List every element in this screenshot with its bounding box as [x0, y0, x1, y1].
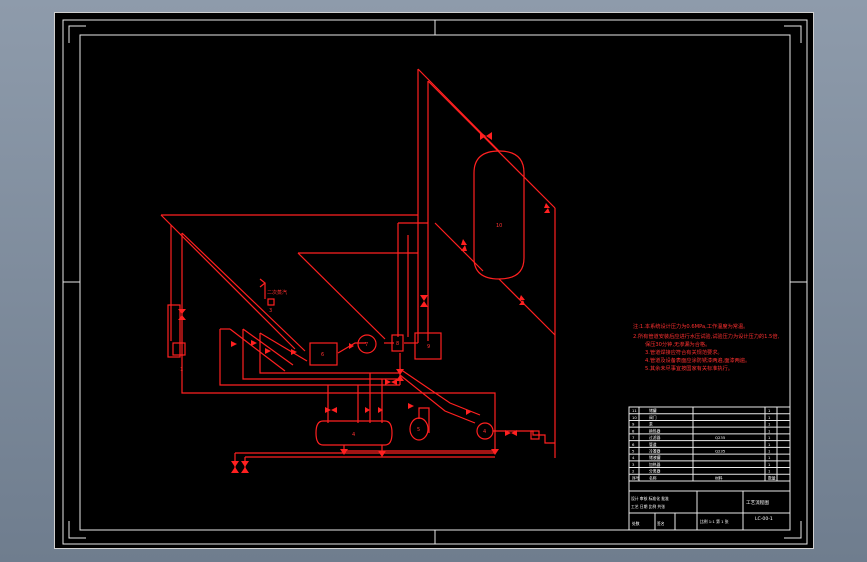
- storage-tank-tag: 10: [496, 223, 502, 229]
- box-8-tag: 8: [396, 341, 399, 347]
- parts-table-cell: 1: [768, 415, 771, 420]
- valve-icon: [325, 407, 337, 413]
- valve-icon: [231, 461, 239, 473]
- valve-icon: [408, 403, 414, 409]
- valve-icon: [544, 203, 550, 213]
- valve-icon: [378, 451, 386, 457]
- drawing-number: LC-00-1: [755, 516, 773, 522]
- parts-table-cell: 1: [768, 435, 771, 440]
- parts-table-cell: 8: [632, 428, 635, 433]
- valve-icon: [251, 340, 257, 346]
- drawing-sheet: 10 4 5 7 4 6 8 9 1 3 二次蒸汽 注:1.本系统设计压力为0.…: [54, 12, 814, 549]
- box-6-tag: 6: [321, 352, 324, 358]
- bottom-cell-2: 签名: [657, 521, 665, 526]
- parts-table-cell: 泵: [649, 422, 653, 427]
- valve-icon: [340, 449, 348, 455]
- parts-table-cell: 材料: [715, 475, 723, 480]
- parts-table-cell: 储液罐: [649, 455, 661, 460]
- pump-4-tag: 4: [483, 429, 486, 435]
- parts-table-cell: 储罐: [649, 408, 657, 413]
- valve-icon: [385, 379, 397, 385]
- note-line-4: 3.管道焊接应符合有关规范要求。: [645, 348, 723, 356]
- parts-table-cell: 1: [768, 422, 771, 427]
- parts-table-cell: 6: [632, 442, 635, 447]
- parts-table-cell: 9: [632, 422, 635, 427]
- filter-tag: 1: [180, 367, 183, 373]
- parts-table-cell: 过滤器: [649, 435, 661, 440]
- parts-table-cell: 11: [632, 408, 637, 413]
- small-box[interactable]: 3: [267, 298, 275, 314]
- process-flow-diagram: 10 4 5 7 4 6 8 9 1 3 二次蒸汽 注:1.本系统设计压力为0.…: [62, 19, 808, 545]
- parts-table-cell: 1: [768, 462, 771, 467]
- notes: 注:1.本系统设计压力为0.6MPa,工作温度为常温。 2.所有管道安装后应进行…: [633, 322, 780, 372]
- sign-row-2: 工艺 日期 比例 共张: [631, 504, 665, 509]
- valve-icon: [241, 461, 249, 473]
- bottom-cell-1: 处数: [632, 521, 640, 526]
- valve-icon: [420, 295, 428, 307]
- valve-icon: [231, 341, 237, 347]
- parts-table-cell: 名称: [649, 475, 657, 480]
- heat-exchanger[interactable]: 4: [315, 420, 393, 446]
- parts-table-cell: 3: [632, 462, 635, 467]
- small-box-tag: 3: [269, 308, 272, 314]
- note-line-2: 2.所有管道安装后应进行水压试验,试验压力为设计压力的1.5倍,: [633, 332, 780, 340]
- heat-exchanger-tag: 4: [352, 432, 355, 438]
- parts-table-cell: 1: [768, 448, 771, 453]
- note-line-3: 保压30分钟,无渗漏为合格。: [645, 340, 710, 348]
- sign-row-1: 设计 审核 标准化 批准: [631, 496, 669, 501]
- parts-table-cell: 1: [768, 469, 771, 474]
- pump-7[interactable]: 7: [357, 334, 377, 354]
- note-line-1: 注:1.本系统设计压力为0.6MPa,工作温度为常温。: [633, 322, 748, 330]
- parts-table-cell: 数量: [768, 475, 776, 480]
- title-block: 11 储罐 110 阀门 19 泵 18 换热器 17 过滤器 Q235 16 管道 15 冷凝器 Q235 1…: [628, 406, 791, 531]
- unit-5[interactable]: 5: [409, 417, 429, 441]
- pump-4[interactable]: 4: [476, 422, 494, 440]
- parts-table-cell: 冷凝器: [649, 448, 661, 453]
- parts-table-cell: 序号: [632, 475, 640, 480]
- parts-table-cell: Q235: [715, 435, 726, 440]
- parts-table-cell: 加热器: [649, 462, 661, 467]
- scale-row: 比例 1:1 第 1 张: [700, 519, 729, 524]
- note-line-5: 4.管道及设备表面应涂防锈漆两遍,面漆两遍。: [645, 356, 750, 364]
- box-9-tag: 9: [427, 344, 430, 350]
- parts-table-cell: 分离器: [649, 469, 661, 474]
- valve-icon: [396, 369, 404, 381]
- valves[interactable]: [178, 132, 550, 473]
- parts-table-cell: 1: [768, 442, 771, 447]
- parts-table-cell: 1: [768, 408, 771, 413]
- stream-label-group: 二次蒸汽: [259, 278, 287, 299]
- note-line-6: 5.其余未尽事宜按国家有关标准执行。: [645, 364, 733, 372]
- drawing-frame: [62, 19, 808, 545]
- parts-table-cell: 4: [632, 455, 635, 460]
- parts-table-cell: 5: [632, 448, 635, 453]
- parts-table-cell: 阀门: [649, 415, 657, 420]
- parts-table-cell: Q235: [715, 448, 726, 453]
- box-6[interactable]: 6: [309, 342, 338, 366]
- valve-icon: [365, 407, 370, 413]
- valve-icon: [491, 449, 499, 455]
- stream-label: 二次蒸汽: [267, 289, 287, 296]
- valve-icon: [519, 295, 525, 305]
- parts-table-cell: 1: [768, 455, 771, 460]
- parts-table-cell: 换热器: [649, 428, 661, 433]
- unit-5-tag: 5: [417, 427, 420, 433]
- pump-7-tag: 7: [365, 342, 368, 348]
- parts-table-cell: 10: [632, 415, 637, 420]
- parts-table-cell: 7: [632, 435, 635, 440]
- parts-table-cell: 1: [768, 428, 771, 433]
- piping-network: [160, 68, 556, 471]
- parts-table-cell: 管道: [649, 442, 657, 447]
- parts-table-cell: 2: [632, 469, 635, 474]
- drawing-title: 工艺流程图: [746, 499, 769, 506]
